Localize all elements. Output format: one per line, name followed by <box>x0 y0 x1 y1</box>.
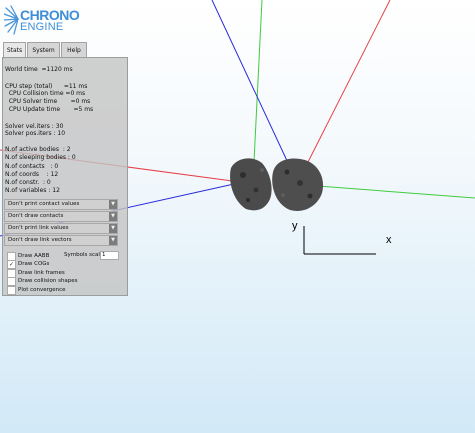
chevron-down-icon[interactable]: ▼ <box>109 212 117 221</box>
logo-text-engine: ENGINE <box>20 21 64 33</box>
dropdown-contact-values[interactable]: Don't print contact values ▼ <box>4 199 118 210</box>
chevron-down-icon[interactable]: ▼ <box>109 200 117 209</box>
stat-solver-vel: Solver vel.iters : 30 <box>5 123 64 130</box>
stat-n-constr: N.of constr. : 0 <box>5 179 51 186</box>
checkbox-label: Plot convergence <box>18 287 66 293</box>
dropdown-link-values[interactable]: Don't print link values ▼ <box>4 223 118 234</box>
dropdown-label: Don't draw link vectors <box>8 237 72 243</box>
checkbox-box[interactable] <box>7 286 16 295</box>
stat-solver-pos: Solver pos.iters : 10 <box>5 130 66 137</box>
stat-n-coords: N.of coords : 12 <box>5 171 59 178</box>
stat-world-time: World time =1120 ms <box>5 66 73 73</box>
gizmo-x-label: x <box>386 234 392 246</box>
dropdown-label: Don't print link values <box>8 225 69 231</box>
stat-cpu-update: CPU Update time =5 ms <box>5 106 94 113</box>
checkbox-label: Draw collision shapes <box>18 278 78 284</box>
rock-body-right[interactable] <box>272 158 324 211</box>
stat-cpu-step: CPU step (total) =11 ms <box>5 83 88 90</box>
chevron-down-icon[interactable]: ▼ <box>109 236 117 245</box>
stat-cpu-collision: CPU Collision time =0 ms <box>5 90 86 97</box>
symbols-scale-label: Symbols scale <box>64 252 104 258</box>
chevron-down-icon[interactable]: ▼ <box>109 224 117 233</box>
tab-system[interactable]: System <box>27 42 60 58</box>
checkmark-icon[interactable]: ✓ <box>7 260 16 269</box>
stat-n-variables: N.of variables : 12 <box>5 187 60 194</box>
chrono-engine-logo: CHRONO ENGINE <box>4 5 80 41</box>
checkbox-label: Draw link frames <box>18 270 65 276</box>
z-axis-line-blue <box>211 0 290 166</box>
stat-n-active: N.of active bodies : 2 <box>5 146 71 153</box>
checkbox-label: Draw COGs <box>18 261 50 267</box>
tab-help[interactable]: Help <box>61 42 87 58</box>
checkbox-label: Draw AABB <box>18 253 50 259</box>
stat-cpu-solver: CPU Solver time =0 ms <box>5 98 91 105</box>
dropdown-label: Don't print contact values <box>8 201 80 207</box>
dropdown-draw-contacts[interactable]: Don't draw contacts ▼ <box>4 211 118 222</box>
dropdown-link-vectors[interactable]: Don't draw link vectors ▼ <box>4 235 118 246</box>
checkbox-box[interactable] <box>7 277 16 286</box>
rock-body-left[interactable] <box>230 158 272 211</box>
x-axis-line-red-2 <box>306 0 391 165</box>
symbols-scale-input[interactable]: 1 <box>100 251 119 260</box>
gizmo-y-label: y <box>292 220 298 232</box>
y-axis-line-green-2 <box>317 185 475 199</box>
stat-n-contacts: N.of contacts : 0 <box>5 163 59 170</box>
stat-n-sleeping: N.of sleeping bodies : 0 <box>5 154 76 161</box>
dropdown-label: Don't draw contacts <box>8 213 64 219</box>
